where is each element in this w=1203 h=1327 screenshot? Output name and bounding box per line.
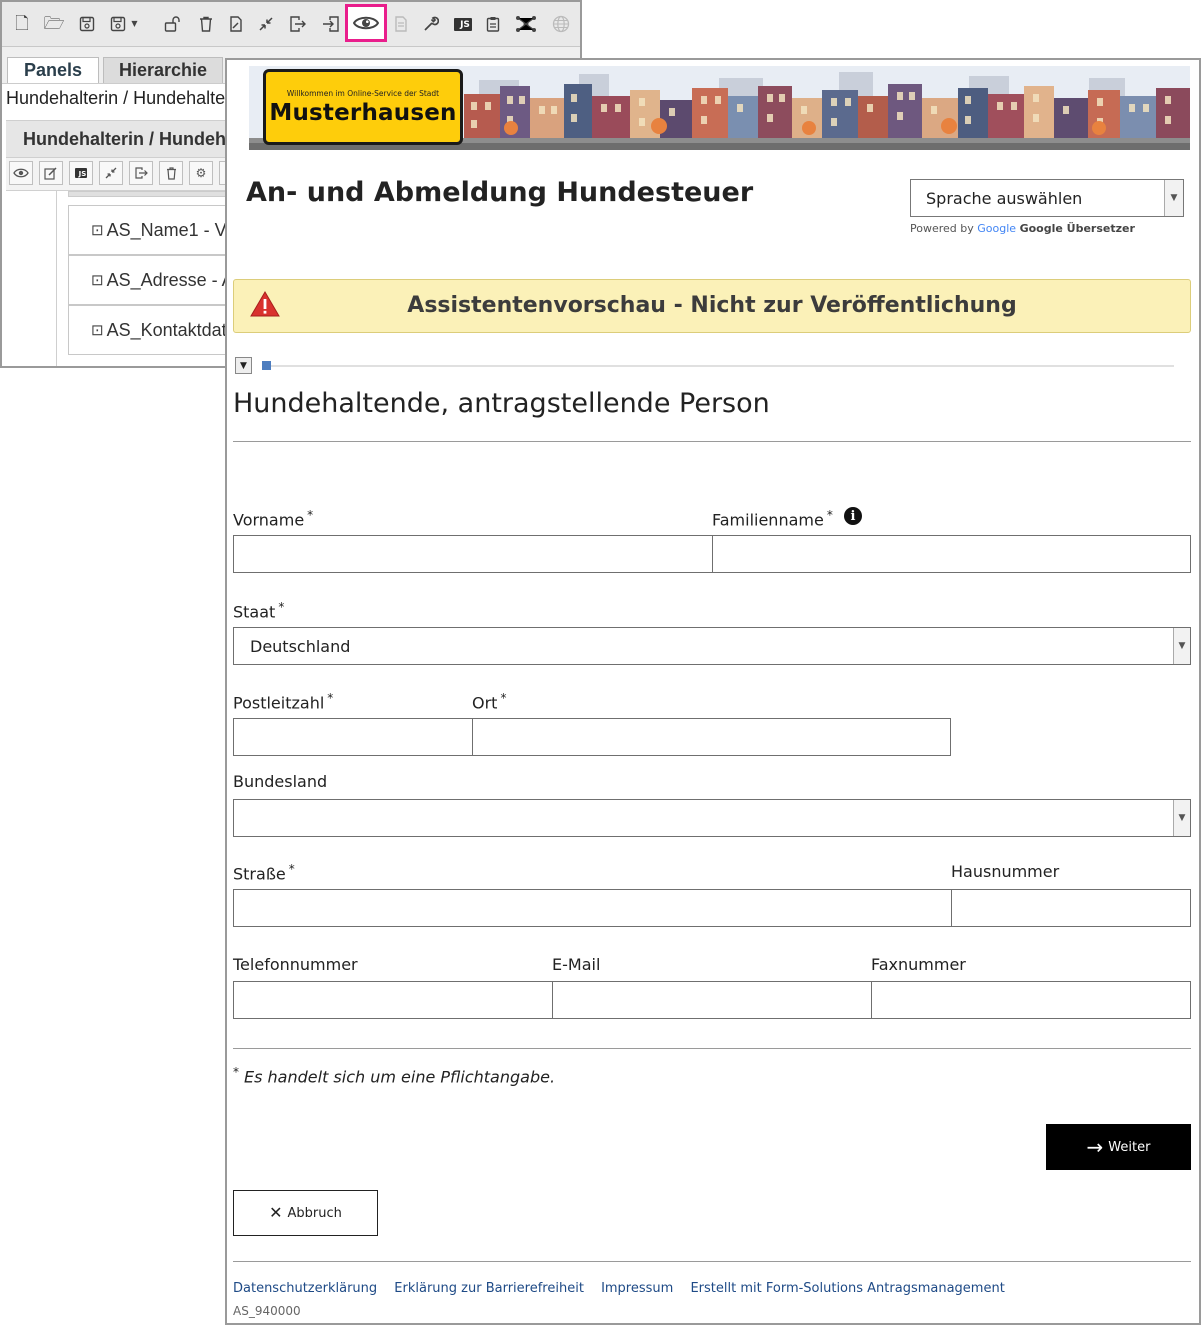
export-icon[interactable] (285, 11, 311, 37)
close-icon: ✕ (269, 1203, 283, 1222)
save-as-dropdown-icon[interactable]: ▼ (106, 11, 142, 37)
postleitzahl-label: Postleitzahl * (233, 691, 334, 713)
staat-select-value: Deutschland (250, 636, 351, 656)
form-divider (233, 1048, 1191, 1049)
cancel-button-label: Abbruch (287, 1205, 342, 1221)
next-button-label: Weiter (1108, 1139, 1151, 1155)
footer-link-impressum[interactable]: Impressum (601, 1281, 673, 1296)
wrench-icon[interactable] (418, 11, 444, 37)
editor-toolbar: 🗋 🗁 ▼ JS (2, 2, 580, 47)
preview-notice-text: Assistentenvorschau - Nicht zur Veröffen… (407, 293, 1017, 318)
open-folder-icon[interactable]: 🗁 (41, 11, 67, 37)
town-sign-logo: Willkommen im Online-Service der Stadt M… (263, 69, 463, 145)
javascript-icon[interactable]: JS (69, 161, 93, 185)
clipboard-icon[interactable] (480, 11, 506, 37)
email-label: E-Mail (552, 955, 601, 974)
progress-step-indicator (262, 361, 271, 370)
footer-link-form-solutions[interactable]: Erstellt mit Form-Solutions Antragsmanag… (690, 1281, 1004, 1296)
collapse-toggle-button[interactable]: ▼ (235, 357, 252, 374)
sign-welcome-text: Willkommen im Online-Service der Stadt (286, 89, 440, 98)
collapse-arrows-icon[interactable] (99, 161, 123, 185)
section-heading: Hundehaltende, antragstellende Person (233, 388, 770, 419)
document-icon (388, 11, 414, 37)
tab-panels[interactable]: Panels (7, 57, 99, 83)
progress-track (262, 365, 1174, 367)
google-logo: Google (977, 222, 1017, 235)
network-icon[interactable] (513, 11, 539, 37)
powered-by-text: Powered by (910, 222, 974, 235)
fax-input[interactable] (871, 981, 1191, 1019)
panel-icon: ⊡ (91, 322, 104, 339)
fax-label: Faxnummer (871, 955, 966, 974)
info-icon[interactable]: i (844, 507, 862, 525)
header-banner: Willkommen im Online-Service der Stadt M… (249, 66, 1190, 150)
bundesland-select[interactable]: ▼ (233, 799, 1191, 837)
unlock-icon[interactable] (160, 11, 186, 37)
panel-icon: ⊡ (91, 272, 104, 289)
next-button[interactable]: → Weiter (1046, 1124, 1191, 1170)
delete-icon[interactable] (193, 11, 219, 37)
javascript-icon[interactable]: JS (450, 11, 476, 37)
arrow-right-icon: → (1086, 1135, 1104, 1159)
chevron-down-icon: ▼ (1164, 180, 1183, 216)
edit-icon[interactable] (39, 161, 63, 185)
breadcrumb: Hundehalterin / Hundehalter (6, 88, 232, 108)
footer-link-datenschutz[interactable]: Datenschutzerklärung (233, 1281, 377, 1296)
section-divider (233, 441, 1191, 442)
tree-header-bar (68, 191, 228, 197)
familienname-input[interactable] (712, 535, 1191, 573)
vorname-input[interactable] (233, 535, 713, 573)
required-note: * Es handelt sich um eine Pflichtangabe. (233, 1065, 556, 1087)
hausnummer-label: Hausnummer (951, 862, 1060, 881)
sign-city-name: Musterhausen (269, 100, 457, 126)
chevron-down-icon: ▼ (1173, 800, 1190, 836)
bundesland-label: Bundesland (233, 772, 328, 791)
settings-icon[interactable]: ⚙ (189, 161, 213, 185)
preview-button[interactable] (345, 4, 387, 42)
chevron-down-icon: ▼ (1173, 628, 1190, 664)
new-document-icon[interactable]: 🗋 (9, 11, 35, 37)
telefon-input[interactable] (233, 981, 553, 1019)
import-icon[interactable] (318, 11, 344, 37)
vorname-label: Vorname * (233, 508, 314, 530)
page-title: An- und Abmeldung Hundesteuer (246, 177, 754, 208)
delete-icon[interactable] (159, 161, 183, 185)
strasse-input[interactable] (233, 889, 952, 927)
footer-divider (233, 1261, 1191, 1262)
save-icon[interactable] (74, 11, 100, 37)
hausnummer-input[interactable] (951, 889, 1191, 927)
edit-document-icon[interactable] (223, 11, 249, 37)
cancel-button[interactable]: ✕ Abbruch (233, 1190, 378, 1236)
tree-connector (56, 191, 57, 366)
footer-link-barrierefreiheit[interactable]: Erklärung zur Barrierefreiheit (394, 1281, 584, 1296)
staat-label: Staat * (233, 600, 285, 622)
translator-link[interactable]: Google Übersetzer (1020, 222, 1135, 235)
language-select[interactable]: Sprache auswählen ▼ (910, 179, 1184, 217)
familienname-label: Familienname * (712, 508, 833, 530)
strasse-label: Straße * (233, 862, 295, 884)
view-icon[interactable] (9, 161, 33, 185)
postleitzahl-input[interactable] (233, 718, 473, 756)
globe-icon (548, 11, 574, 37)
tab-hierarchie[interactable]: Hierarchie (103, 57, 223, 83)
telefon-label: Telefonnummer (233, 955, 358, 974)
panel-icon: ⊡ (91, 222, 104, 239)
ort-label: Ort * (472, 691, 507, 713)
collapse-arrows-icon[interactable] (253, 11, 279, 37)
footer-links: Datenschutzerklärung Erklärung zur Barri… (233, 1281, 1018, 1296)
form-preview-window: Willkommen im Online-Service der Stadt M… (225, 58, 1201, 1325)
language-select-label: Sprache auswählen (926, 188, 1083, 208)
form-id: AS_940000 (233, 1304, 301, 1318)
staat-select[interactable]: Deutschland ▼ (233, 627, 1191, 665)
ort-input[interactable] (472, 718, 951, 756)
export-icon[interactable] (129, 161, 153, 185)
eye-icon (352, 13, 380, 37)
email-input[interactable] (552, 981, 872, 1019)
powered-by-google: Powered by Google Google Übersetzer (910, 222, 1135, 235)
preview-notice: Assistentenvorschau - Nicht zur Veröffen… (233, 279, 1191, 333)
